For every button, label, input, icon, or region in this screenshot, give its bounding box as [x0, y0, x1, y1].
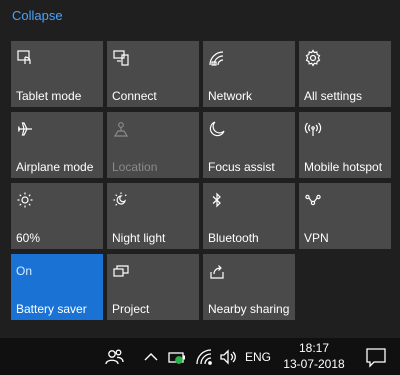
- tile-label: Bluetooth: [208, 231, 259, 245]
- tile-focus-assist[interactable]: Focus assist: [203, 112, 295, 178]
- tile-label: Tablet mode: [16, 89, 82, 103]
- notification-icon[interactable]: [364, 346, 388, 368]
- tile-project[interactable]: Project: [107, 254, 199, 320]
- tile-label: Battery saver: [16, 302, 87, 316]
- location-icon: [112, 120, 130, 138]
- brightness-icon: [16, 191, 34, 209]
- quick-actions-grid: Tablet mode Connect Network All settings Air…: [11, 41, 395, 321]
- gear-icon: [304, 49, 322, 67]
- bluetooth-icon: [208, 191, 226, 209]
- tile-label: Location: [112, 160, 158, 174]
- tile-connect[interactable]: Connect: [107, 41, 199, 107]
- tile-label: Connect: [112, 89, 157, 103]
- wifi-icon[interactable]: [194, 347, 214, 367]
- tile-label: 60%: [16, 231, 41, 245]
- tile-label: VPN: [304, 231, 329, 245]
- tile-state: On: [16, 264, 33, 278]
- tablet-mode-icon: [16, 49, 34, 67]
- tile-label: Mobile hotspot: [304, 160, 383, 174]
- tile-label: Project: [112, 302, 150, 316]
- tile-label: Airplane mode: [16, 160, 94, 174]
- clock-time: 18:17: [298, 341, 330, 355]
- clock[interactable]: 18:17 13-07-2018: [283, 340, 345, 372]
- moon-icon: [208, 120, 226, 138]
- collapse-link[interactable]: Collapse: [12, 8, 63, 23]
- tile-label: Nearby sharing: [208, 302, 290, 316]
- hotspot-icon: [304, 120, 322, 138]
- vpn-icon: [304, 191, 322, 209]
- tile-60pct[interactable]: 60%: [11, 183, 103, 249]
- tile-all-settings[interactable]: All settings: [299, 41, 391, 107]
- tile-label: All settings: [304, 89, 363, 103]
- battery-icon[interactable]: [167, 347, 187, 367]
- tile-label: Network: [208, 89, 253, 103]
- taskbar: ENG 18:17 13-07-2018: [0, 338, 400, 375]
- tile-network[interactable]: Network: [203, 41, 295, 107]
- night-light-icon: [112, 191, 130, 209]
- language-indicator[interactable]: ENG: [245, 350, 271, 364]
- clock-date: 13-07-2018: [283, 357, 345, 371]
- tile-bluetooth[interactable]: Bluetooth: [203, 183, 295, 249]
- tile-battery-saver[interactable]: On Battery saver: [11, 254, 103, 320]
- network-icon: [208, 49, 226, 67]
- volume-icon[interactable]: [218, 347, 238, 367]
- airplane-icon: [16, 120, 34, 138]
- chevron-up-icon[interactable]: [141, 347, 161, 367]
- tile-label: Night light: [112, 231, 166, 245]
- connect-icon: [112, 49, 130, 67]
- people-icon[interactable]: [104, 347, 124, 367]
- tile-label: Focus assist: [208, 160, 275, 174]
- nearby-sharing-icon: [208, 262, 226, 280]
- tile-nearby-sharing[interactable]: Nearby sharing: [203, 254, 295, 320]
- tile-airplane-mode[interactable]: Airplane mode: [11, 112, 103, 178]
- project-icon: [112, 262, 130, 280]
- tile-mobile-hotspot[interactable]: Mobile hotspot: [299, 112, 391, 178]
- tile-tablet-mode[interactable]: Tablet mode: [11, 41, 103, 107]
- action-center: Collapse Tablet mode Connect Network All se…: [0, 0, 400, 375]
- tile-vpn[interactable]: VPN: [299, 183, 391, 249]
- tile-night-light[interactable]: Night light: [107, 183, 199, 249]
- tile-location[interactable]: Location: [107, 112, 199, 178]
